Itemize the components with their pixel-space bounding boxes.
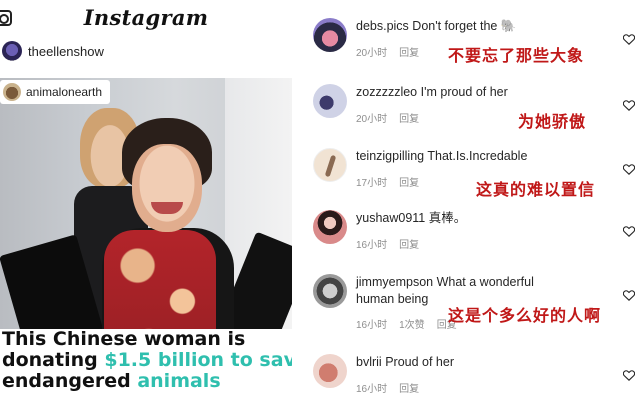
account-avatar[interactable] <box>2 41 22 61</box>
translation-annotation: 为她骄傲 <box>518 114 587 131</box>
comment-text: bvlrii Proud of her <box>356 354 626 371</box>
comment-meta: 20小时 回复 <box>356 110 431 125</box>
post-account-row[interactable]: theellenshow <box>0 40 292 68</box>
comment-body: I'm proud of her <box>420 85 508 99</box>
comments-panel: debs.pics Don't forget the 🐘 20小时 回复 不要忘了… <box>292 0 640 404</box>
commenter-avatar[interactable] <box>313 210 347 244</box>
reply-link[interactable]: 回复 <box>399 380 419 395</box>
caption-line-3: endangered animals <box>2 370 221 392</box>
comment-meta: 20小时 回复 <box>356 44 431 59</box>
comment-text: zozzzzzleo I'm proud of her <box>356 84 626 101</box>
caption-line-2: donating $1.5 billion to save <box>2 350 292 371</box>
comment-time: 16小时 <box>356 320 388 331</box>
comment-time: 16小时 <box>356 240 388 251</box>
commenter-username[interactable]: jimmyempson <box>356 275 433 289</box>
comment-time: 20小时 <box>356 48 388 59</box>
commenter-avatar[interactable] <box>313 354 347 388</box>
commenter-username[interactable]: yushaw0911 <box>356 211 425 225</box>
account-username[interactable]: theellenshow <box>28 44 104 59</box>
reply-link[interactable]: 回复 <box>399 44 419 59</box>
comment-text: yushaw0911 真棒。 <box>356 210 626 227</box>
post-caption: This Chinese woman is donating $1.5 bill… <box>0 329 292 404</box>
heart-outline-icon[interactable] <box>623 290 635 301</box>
comment-body: Don't forget the 🐘 <box>412 19 517 33</box>
reply-link[interactable]: 回复 <box>399 236 419 251</box>
heart-outline-icon[interactable] <box>623 100 635 111</box>
comment-body: Proud of her <box>385 355 454 369</box>
commenter-avatar[interactable] <box>313 84 347 118</box>
comment-meta: 16小时 回复 <box>356 380 431 395</box>
comment-time: 16小时 <box>356 384 388 395</box>
commenter-avatar[interactable] <box>313 148 347 182</box>
comment-text: teinzigpilling That.Is.Incredable <box>356 148 626 165</box>
like-count[interactable]: 1次赞 <box>399 316 425 331</box>
caption-amount: $1.5 billion to save <box>104 349 292 371</box>
heart-outline-icon[interactable] <box>623 370 635 381</box>
photo-credit-tag[interactable]: animalonearth <box>0 80 111 104</box>
credit-avatar <box>3 83 21 101</box>
caption-line-1: This Chinese woman is <box>2 328 246 350</box>
photo-credit-username[interactable]: animalonearth <box>26 85 102 99</box>
translation-annotation: 这真的难以置信 <box>476 182 596 199</box>
comment-text: debs.pics Don't forget the 🐘 <box>356 18 626 35</box>
commenter-username[interactable]: bvlrii <box>356 355 382 369</box>
commenter-username[interactable]: zozzzzzleo <box>356 85 417 99</box>
reply-link[interactable]: 回复 <box>399 110 419 125</box>
commenter-username[interactable]: debs.pics <box>356 19 409 33</box>
translation-annotation: 这是个多么好的人啊 <box>448 308 602 325</box>
instagram-logo: Instagram <box>83 5 209 30</box>
comment-body: That.Is.Incredable <box>427 149 528 163</box>
comment-body: 真棒。 <box>428 211 467 225</box>
heart-outline-icon[interactable] <box>623 34 635 45</box>
translation-annotation: 不要忘了那些大象 <box>448 48 585 65</box>
caption-highlight-word: animals <box>137 370 221 392</box>
heart-outline-icon[interactable] <box>623 164 635 175</box>
commenter-avatar[interactable] <box>313 18 347 52</box>
commenter-avatar[interactable] <box>313 274 347 308</box>
comment-time: 17小时 <box>356 178 388 189</box>
reply-link[interactable]: 回复 <box>399 174 419 189</box>
instagram-post: Instagram theellenshow animalonearth Thi… <box>0 0 292 404</box>
comment-meta: 16小时 回复 <box>356 236 431 251</box>
comment-meta: 17小时 回复 <box>356 174 431 189</box>
heart-outline-icon[interactable] <box>623 226 635 237</box>
app-header: Instagram <box>0 0 292 36</box>
comment-time: 20小时 <box>356 114 388 125</box>
commenter-username[interactable]: teinzigpilling <box>356 149 424 163</box>
